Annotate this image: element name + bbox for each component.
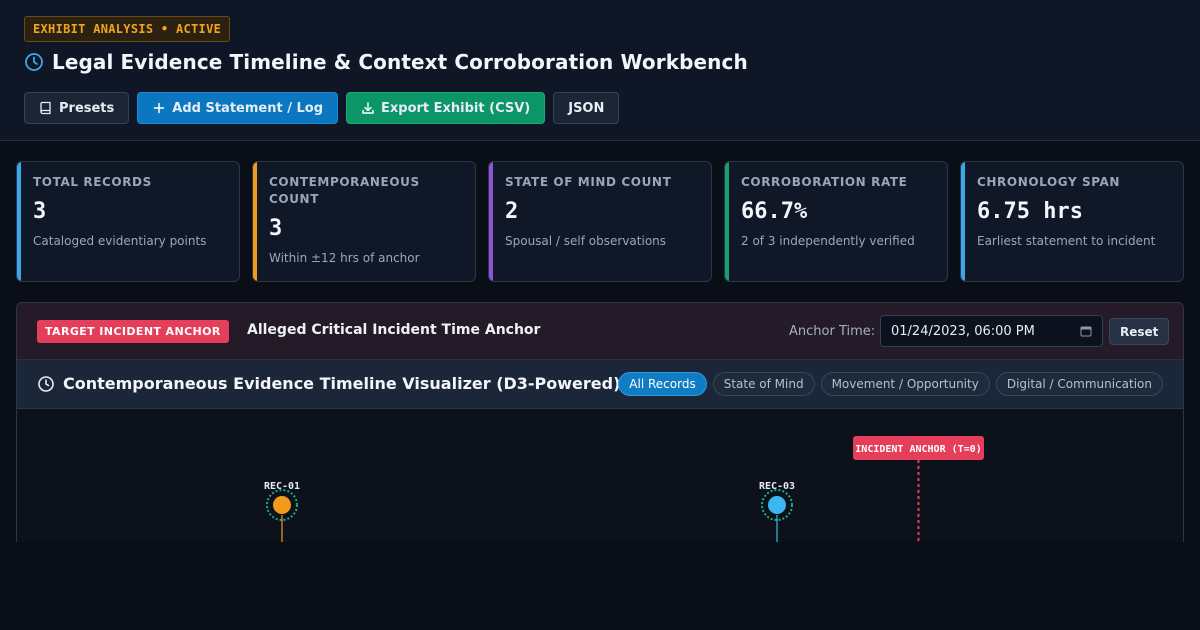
stat-value: 66.7% [741, 199, 808, 224]
export-csv-label: Export Exhibit (CSV) [381, 100, 531, 116]
stat-card-contemporaneous: CONTEMPORANEOUS COUNT 3 Within ±12 hrs o… [252, 161, 476, 282]
timeline-title-text: Contemporaneous Evidence Timeline Visual… [63, 374, 621, 393]
stat-value: 3 [269, 216, 283, 241]
stat-subtext: Earliest statement to incident [977, 234, 1156, 248]
status-badge: EXHIBIT ANALYSIS • ACTIVE [24, 16, 231, 42]
reset-button[interactable]: Reset [1109, 318, 1170, 345]
stat-card-chronology-span: CHRONOLOGY SPAN 6.75 hrs Earliest statem… [960, 161, 1184, 282]
stat-accent-bar [17, 162, 21, 281]
record-label: REC-03 [759, 481, 795, 492]
clock-icon [37, 375, 55, 393]
download-icon [361, 101, 375, 115]
anchor-time-value: 01/24/2023, 06:00 PM [891, 323, 1035, 339]
timeline-title: Contemporaneous Evidence Timeline Visual… [37, 374, 620, 393]
record-marker-rec-03[interactable]: REC-03 [759, 481, 795, 542]
stat-label: CONTEMPORANEOUS COUNT [269, 175, 420, 206]
stat-value: 3 [33, 199, 47, 224]
stat-label: TOTAL RECORDS [33, 175, 152, 189]
stat-subtext: Cataloged evidentiary points [33, 234, 207, 248]
json-label: JSON [568, 100, 605, 116]
stat-accent-bar [961, 162, 965, 281]
stat-card-corroboration: CORROBORATION RATE 66.7% 2 of 3 independ… [724, 161, 948, 282]
stat-card-total-records: TOTAL RECORDS 3 Cataloged evidentiary po… [16, 161, 240, 282]
incident-anchor-bar: TARGET INCIDENT ANCHOR Alleged Critical … [17, 303, 1183, 360]
add-statement-button[interactable]: Add Statement / Log [137, 92, 338, 124]
record-dot [273, 496, 291, 514]
stat-value: 6.75 hrs [977, 199, 1083, 224]
book-icon [39, 101, 53, 115]
stat-label: STATE OF MIND COUNT [505, 175, 672, 189]
incident-anchor-marker: INCIDENT ANCHOR (T=0) [853, 436, 984, 542]
incident-anchor-label: INCIDENT ANCHOR (T=0) [855, 444, 981, 455]
add-statement-label: Add Statement / Log [172, 100, 323, 116]
export-csv-button[interactable]: Export Exhibit (CSV) [346, 92, 546, 124]
timeline-visualizer: REC-01 REC-03 INCIDENT ANCHOR (T=0) [17, 409, 1183, 542]
json-button[interactable]: JSON [553, 92, 620, 124]
filter-state-of-mind[interactable]: State of Mind [712, 372, 815, 396]
timeline-filters: All Records State of Mind Movement / Opp… [618, 372, 1163, 396]
stat-label: CHRONOLOGY SPAN [977, 175, 1121, 189]
record-dot [768, 496, 786, 514]
filter-movement-opportunity[interactable]: Movement / Opportunity [820, 372, 990, 396]
anchor-title: Alleged Critical Incident Time Anchor [247, 322, 541, 338]
toolbar: Presets Add Statement / Log Export Exhib… [24, 92, 620, 124]
record-marker-rec-01[interactable]: REC-01 [264, 481, 300, 542]
timeline-svg: REC-01 REC-03 INCIDENT ANCHOR (T=0) [264, 436, 984, 542]
stat-value: 2 [505, 199, 519, 224]
page-title: Legal Evidence Timeline & Context Corrob… [24, 48, 748, 76]
stat-accent-bar [725, 162, 729, 281]
stat-subtext: Within ±12 hrs of anchor [269, 251, 420, 265]
page-title-text: Legal Evidence Timeline & Context Corrob… [52, 50, 748, 74]
timeline-panel: TARGET INCIDENT ANCHOR Alleged Critical … [16, 302, 1184, 542]
filter-all-records[interactable]: All Records [618, 372, 707, 396]
stat-subtext: Spousal / self observations [505, 234, 667, 248]
stat-accent-bar [253, 162, 257, 281]
stat-label: CORROBORATION RATE [741, 175, 908, 189]
anchor-time-label: Anchor Time: [789, 324, 876, 339]
calendar-icon[interactable] [1080, 325, 1092, 337]
stat-subtext: 2 of 3 independently verified [741, 234, 915, 248]
header: EXHIBIT ANALYSIS • ACTIVE Legal Evidence… [0, 0, 1200, 141]
clock-icon [24, 52, 44, 72]
stat-card-state-of-mind: STATE OF MIND COUNT 2 Spousal / self obs… [488, 161, 712, 282]
plus-icon [152, 101, 166, 115]
filter-digital-communication[interactable]: Digital / Communication [995, 372, 1163, 396]
stats-row: TOTAL RECORDS 3 Cataloged evidentiary po… [16, 161, 1184, 282]
timeline-header: Contemporaneous Evidence Timeline Visual… [17, 360, 1183, 409]
presets-button[interactable]: Presets [24, 92, 130, 124]
record-label: REC-01 [264, 481, 300, 492]
stat-accent-bar [489, 162, 493, 281]
anchor-badge: TARGET INCIDENT ANCHOR [37, 320, 229, 343]
anchor-time-input[interactable]: 01/24/2023, 06:00 PM [880, 315, 1103, 347]
presets-label: Presets [59, 100, 115, 116]
